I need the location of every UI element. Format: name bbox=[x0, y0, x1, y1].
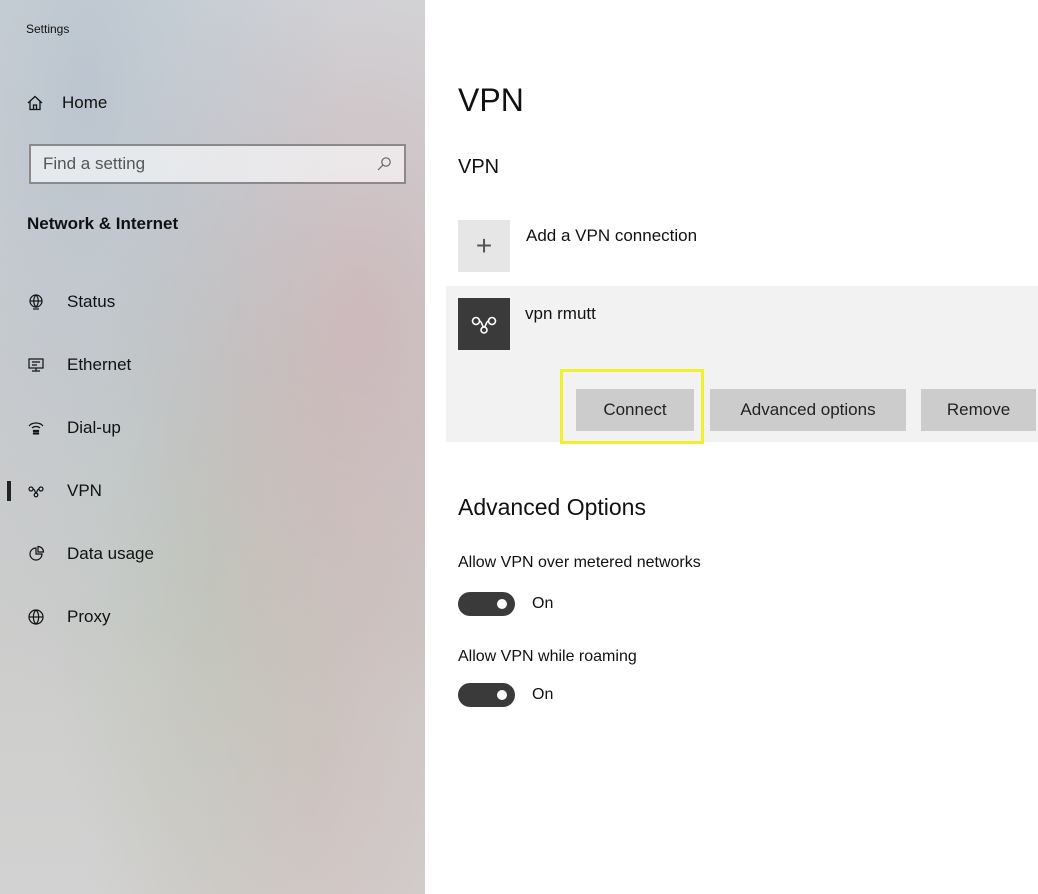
globe-icon bbox=[27, 608, 45, 626]
section-title: Network & Internet bbox=[27, 214, 179, 233]
sidebar-nav: Status Ethernet Dial-up VPN Data usage P… bbox=[0, 270, 425, 648]
add-vpn-connection[interactable]: + Add a VPN connection bbox=[458, 220, 697, 272]
roaming-option-label: Allow VPN while roaming bbox=[458, 648, 637, 665]
page-title: VPN bbox=[458, 82, 524, 118]
remove-button[interactable]: Remove bbox=[921, 389, 1036, 431]
vpn-connection-card[interactable]: vpn rmutt Connect Advanced options Remov… bbox=[446, 286, 1038, 444]
sidebar-item-label: VPN bbox=[67, 480, 102, 500]
metered-toggle-state: On bbox=[532, 595, 554, 612]
roaming-toggle[interactable] bbox=[458, 683, 515, 707]
globe-status-icon bbox=[27, 293, 45, 311]
connect-button[interactable]: Connect bbox=[576, 389, 694, 431]
plus-icon[interactable]: + bbox=[458, 220, 510, 272]
roaming-toggle-row: On bbox=[458, 683, 553, 707]
metered-toggle[interactable] bbox=[458, 592, 515, 616]
metered-toggle-row: On bbox=[458, 592, 553, 616]
sidebar-item-label: Proxy bbox=[67, 606, 111, 626]
data-usage-icon bbox=[27, 545, 45, 563]
ethernet-icon bbox=[27, 356, 45, 374]
advanced-options-heading: Advanced Options bbox=[458, 494, 646, 520]
section-heading: VPN bbox=[458, 156, 500, 178]
app-title: Settings bbox=[26, 22, 70, 36]
search-box[interactable] bbox=[29, 144, 406, 184]
sidebar-item-proxy[interactable]: Proxy bbox=[0, 585, 425, 648]
roaming-toggle-state: On bbox=[532, 686, 554, 703]
sidebar-item-home[interactable]: Home bbox=[26, 90, 107, 116]
sidebar-item-vpn[interactable]: VPN bbox=[0, 459, 425, 522]
sidebar-item-dial-up[interactable]: Dial-up bbox=[0, 396, 425, 459]
metered-option-label: Allow VPN over metered networks bbox=[458, 554, 701, 571]
sidebar-item-label: Data usage bbox=[67, 543, 154, 563]
sidebar-item-data-usage[interactable]: Data usage bbox=[0, 522, 425, 585]
vpn-icon bbox=[27, 482, 45, 500]
sidebar-item-label: Dial-up bbox=[67, 417, 121, 437]
home-icon bbox=[26, 94, 44, 112]
sidebar-item-ethernet[interactable]: Ethernet bbox=[0, 333, 425, 396]
main-content: VPN VPN + Add a VPN connection vpn rmutt… bbox=[425, 0, 1038, 894]
sidebar-item-status[interactable]: Status bbox=[0, 270, 425, 333]
search-icon[interactable] bbox=[376, 156, 392, 172]
add-vpn-label: Add a VPN connection bbox=[526, 226, 698, 245]
sidebar-item-label: Home bbox=[62, 93, 108, 112]
sidebar-item-label: Ethernet bbox=[67, 354, 132, 374]
sidebar-item-label: Status bbox=[67, 291, 116, 311]
advanced-options-button[interactable]: Advanced options bbox=[710, 389, 906, 431]
search-input[interactable] bbox=[43, 154, 376, 174]
vpn-connection-icon bbox=[458, 298, 510, 350]
dial-up-icon bbox=[27, 419, 45, 437]
vpn-connection-name: vpn rmutt bbox=[525, 304, 596, 323]
sidebar: Settings Home Network & Internet Status bbox=[0, 0, 425, 894]
